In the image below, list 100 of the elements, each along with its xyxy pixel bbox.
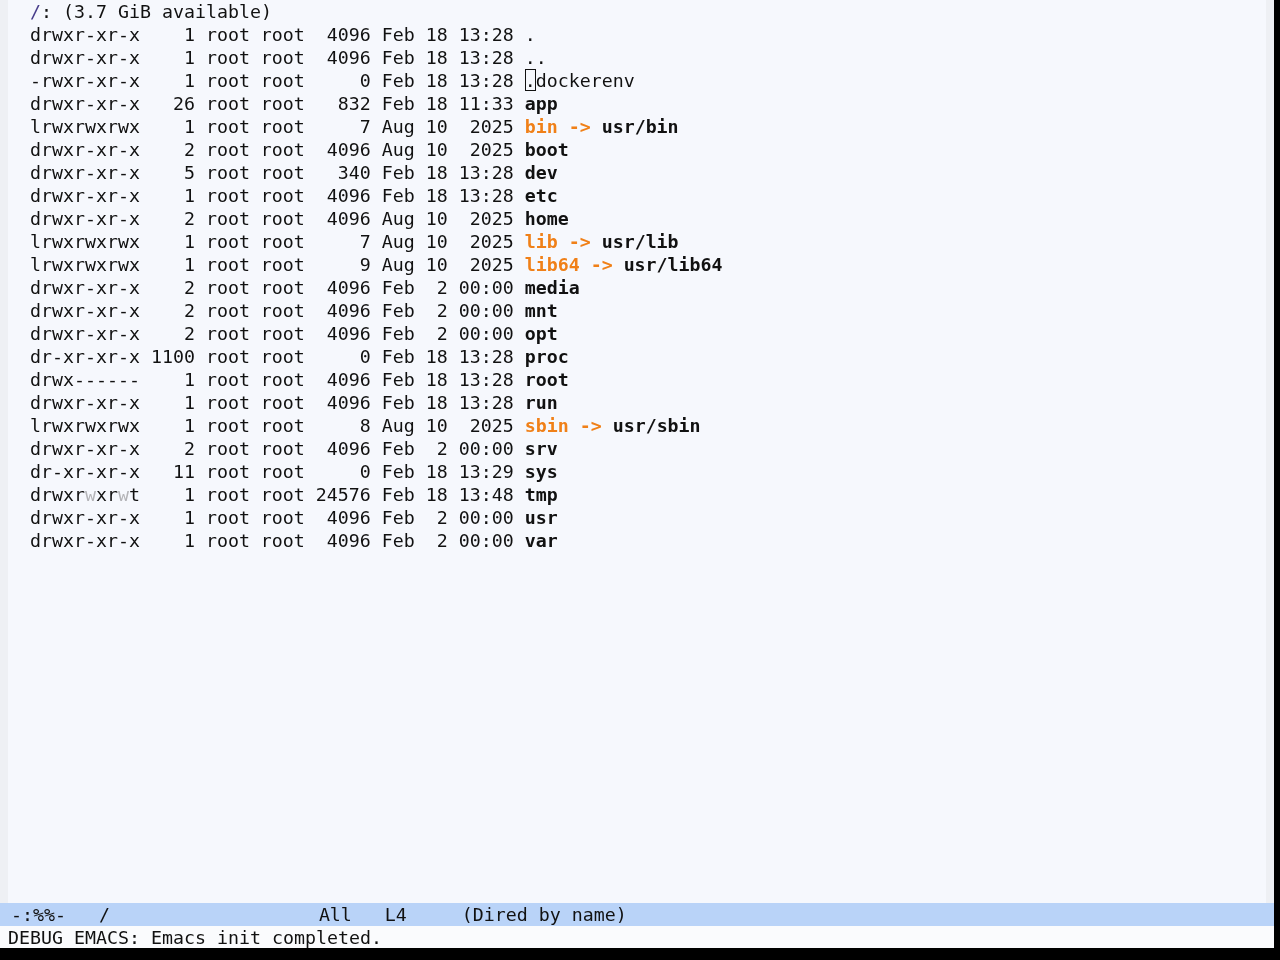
file-permissions: drwxr-xr-x	[30, 299, 140, 322]
link-target: usr/lib64	[623, 253, 723, 276]
file-size: 0	[359, 69, 371, 92]
group-name: root	[260, 391, 305, 414]
file-name[interactable]: .	[524, 23, 536, 46]
modified-month: Feb	[381, 23, 415, 46]
modified-day: 10	[425, 138, 448, 161]
owner-name: root	[205, 414, 250, 437]
file-permissions: lrwxrwxrwx	[30, 230, 140, 253]
file-permissions: drwxr-xr-x	[30, 161, 140, 184]
file-size: 4096	[326, 299, 371, 322]
modified-month: Feb	[381, 345, 415, 368]
group-name: root	[260, 345, 305, 368]
file-name[interactable]: srv	[524, 437, 558, 460]
group-name: root	[260, 460, 305, 483]
modified-month: Feb	[381, 437, 415, 460]
file-name[interactable]: dev	[524, 161, 558, 184]
group-name: root	[260, 299, 305, 322]
owner-name: root	[205, 115, 250, 138]
file-name[interactable]: media	[524, 276, 580, 299]
echo-message: DEBUG EMACS: Emacs init completed.	[8, 926, 382, 948]
link-count: 2	[183, 138, 195, 161]
modified-day: 18	[425, 46, 448, 69]
modified-time: 00:00	[458, 506, 514, 529]
file-name[interactable]: usr	[524, 506, 558, 529]
modified-time: 2025	[469, 414, 514, 437]
link-count: 1	[183, 483, 195, 506]
file-size: 24576	[315, 483, 371, 506]
file-size: 0	[359, 345, 371, 368]
modified-month: Aug	[381, 115, 415, 138]
file-permissions: drwx------	[30, 368, 140, 391]
file-size: 4096	[326, 391, 371, 414]
modified-day: 18	[425, 391, 448, 414]
file-name[interactable]: sys	[524, 460, 558, 483]
modified-time: 2025	[469, 207, 514, 230]
link-count: 1	[183, 46, 195, 69]
modified-day: 18	[425, 483, 448, 506]
modified-time: 13:48	[458, 483, 514, 506]
file-size: 0	[359, 460, 371, 483]
file-size: 4096	[326, 184, 371, 207]
group-name: root	[260, 230, 305, 253]
file-size: 4096	[326, 506, 371, 529]
owner-name: root	[205, 253, 250, 276]
owner-name: root	[205, 23, 250, 46]
modified-day: 2	[436, 506, 448, 529]
file-name[interactable]: mnt	[524, 299, 558, 322]
file-permissions: drwxr-xr-x	[30, 92, 140, 115]
modified-month: Feb	[381, 391, 415, 414]
file-name[interactable]: boot	[524, 138, 569, 161]
modified-day: 2	[436, 322, 448, 345]
modified-day: 18	[425, 460, 448, 483]
file-name[interactable]: home	[524, 207, 569, 230]
link-count: 1	[183, 391, 195, 414]
modified-month: Feb	[381, 322, 415, 345]
file-size: 4096	[326, 437, 371, 460]
file-name[interactable]: tmp	[524, 483, 558, 506]
group-name: root	[260, 23, 305, 46]
owner-name: root	[205, 437, 250, 460]
file-name[interactable]: proc	[524, 345, 569, 368]
link-count: 11	[172, 460, 195, 483]
modified-time: 00:00	[458, 437, 514, 460]
group-name: root	[260, 46, 305, 69]
modified-month: Feb	[381, 460, 415, 483]
modified-month: Feb	[381, 46, 415, 69]
link-count: 2	[183, 299, 195, 322]
modified-month: Feb	[381, 483, 415, 506]
link-arrow: ->	[568, 230, 591, 253]
modified-month: Feb	[381, 299, 415, 322]
modified-time: 00:00	[458, 529, 514, 552]
file-permissions: drwxr-xr-x	[30, 437, 140, 460]
owner-name: root	[205, 138, 250, 161]
modified-month: Aug	[381, 253, 415, 276]
link-count: 2	[183, 276, 195, 299]
link-target: usr/sbin	[612, 414, 701, 437]
modified-day: 18	[425, 161, 448, 184]
modified-time: 13:28	[458, 391, 514, 414]
file-name[interactable]: app	[524, 92, 558, 115]
modified-day: 18	[425, 368, 448, 391]
modified-time: 13:28	[458, 46, 514, 69]
modified-day: 18	[425, 345, 448, 368]
file-name[interactable]: etc	[524, 184, 558, 207]
owner-name: root	[205, 345, 250, 368]
file-size: 7	[359, 115, 371, 138]
link-arrow: ->	[590, 253, 613, 276]
file-name[interactable]: var	[524, 529, 558, 552]
file-name[interactable]: ..	[524, 46, 547, 69]
file-name[interactable]: run	[524, 391, 558, 414]
group-name: root	[260, 414, 305, 437]
modified-day: 18	[425, 92, 448, 115]
file-permissions: drwxr-xr-x	[30, 184, 140, 207]
modified-month: Aug	[381, 414, 415, 437]
link-count: 26	[172, 92, 195, 115]
link-target: usr/bin	[601, 115, 679, 138]
link-arrow: ->	[568, 115, 591, 138]
file-name[interactable]: root	[524, 368, 569, 391]
file-permissions: drwxr-xr-x	[30, 529, 140, 552]
file-name[interactable]: opt	[524, 322, 558, 345]
modified-time: 13:28	[458, 23, 514, 46]
file-permissions: drwxr-xr-x	[30, 23, 140, 46]
modified-day: 10	[425, 414, 448, 437]
